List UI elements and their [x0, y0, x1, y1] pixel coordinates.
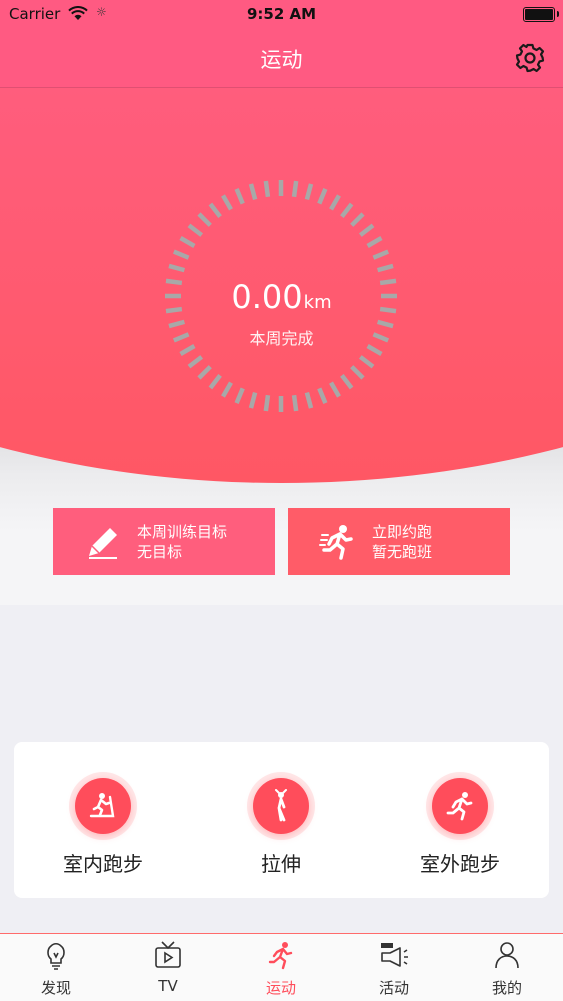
tab-sports[interactable]: 运动 [225, 934, 337, 1001]
start-run-subtitle: 暂无跑班 [372, 542, 433, 561]
dial-tick [340, 373, 354, 390]
dial-tick [172, 249, 190, 260]
dial-tick [234, 187, 245, 205]
weekly-goal-card[interactable]: 本周训练目标 无目标 [53, 508, 275, 575]
outdoor-run-icon [446, 792, 473, 821]
stretch-button[interactable]: 拉伸 [192, 742, 370, 898]
dial-tick [304, 183, 314, 200]
tab-discover[interactable]: 发现 [0, 934, 112, 1001]
weekly-summary: 0.00km 本周完成 [0, 88, 563, 483]
dial-tick [197, 365, 212, 380]
dial-tick [187, 355, 204, 369]
tab-events[interactable]: 活动 [338, 934, 450, 1001]
tab-sports-label: 运动 [265, 979, 296, 997]
dial-tick [221, 381, 233, 398]
weekly-goal-subtitle: 无目标 [137, 542, 183, 561]
week-completed-label: 本周完成 [249, 329, 314, 348]
dial-tick [350, 365, 365, 380]
distance-unit: km [303, 292, 332, 313]
dial-tick [187, 223, 204, 237]
lightbulb-icon [47, 942, 65, 970]
tab-tv-label: TV [158, 977, 178, 995]
tv-icon [155, 941, 181, 968]
settings-gear-icon[interactable] [513, 41, 547, 75]
tab-events-label: 活动 [378, 979, 409, 997]
outdoor-run-button[interactable]: 室外跑步 [371, 742, 549, 898]
distance-value: 0.00 [231, 278, 303, 316]
dial-tick [248, 183, 258, 200]
dial-tick [221, 194, 233, 211]
dial-tick [350, 212, 365, 227]
dial-tick [304, 392, 314, 409]
dial-tick [358, 355, 375, 369]
dial-tick [366, 236, 383, 248]
dial-tick [377, 263, 394, 273]
dial-tick [317, 387, 328, 405]
dial-tick [263, 394, 271, 412]
dial-tick [168, 263, 185, 273]
dial-tick [197, 212, 212, 227]
start-run-card[interactable]: 立即约跑 暂无跑班 [288, 508, 510, 575]
nav-bar: 运动 [0, 30, 563, 88]
dial-tick [208, 202, 222, 219]
tab-discover-label: 发现 [40, 979, 71, 997]
dial-tick [248, 392, 258, 409]
battery-icon [523, 7, 559, 22]
outdoor-run-label: 室外跑步 [420, 852, 500, 876]
indoor-run-button[interactable]: 室内跑步 [14, 742, 192, 898]
megaphone-icon [381, 943, 408, 967]
page-title: 运动 [260, 48, 303, 72]
status-time: 9:52 AM [246, 5, 317, 23]
dial-tick [179, 236, 196, 248]
weekly-goal-title: 本周训练目标 [137, 522, 228, 541]
pencil-icon [89, 527, 117, 559]
dial-tick [358, 223, 375, 237]
stretch-icon [275, 789, 287, 822]
treadmill-icon [89, 793, 115, 818]
runner-icon [319, 524, 353, 560]
dial-tick [263, 180, 271, 198]
stretch-label: 拉伸 [261, 852, 301, 876]
dial-tick [208, 373, 222, 390]
indoor-run-label: 室内跑步 [63, 852, 143, 876]
status-bar: Carrier ☼ 9:52 AM [0, 0, 563, 30]
dial-tick [329, 194, 341, 211]
running-icon [268, 942, 293, 970]
dial-tick [291, 394, 299, 412]
dial-tick [317, 187, 328, 205]
workout-modes-panel: 室内跑步 拉伸 室外跑步 [14, 742, 549, 898]
tab-bar: 发现 TV 运动 活动 我的 [0, 933, 563, 1001]
start-run-title: 立即约跑 [372, 522, 433, 541]
distance-readout: 0.00km [0, 278, 563, 316]
dial-tick [291, 180, 299, 198]
tab-profile[interactable]: 我的 [451, 934, 563, 1001]
person-icon [495, 942, 519, 969]
dial-tick [340, 202, 354, 219]
tab-tv[interactable]: TV [112, 934, 224, 1001]
dial-tick [372, 249, 390, 260]
dial-tick [329, 381, 341, 398]
tab-profile-label: 我的 [491, 979, 522, 997]
dial-tick [234, 387, 245, 405]
